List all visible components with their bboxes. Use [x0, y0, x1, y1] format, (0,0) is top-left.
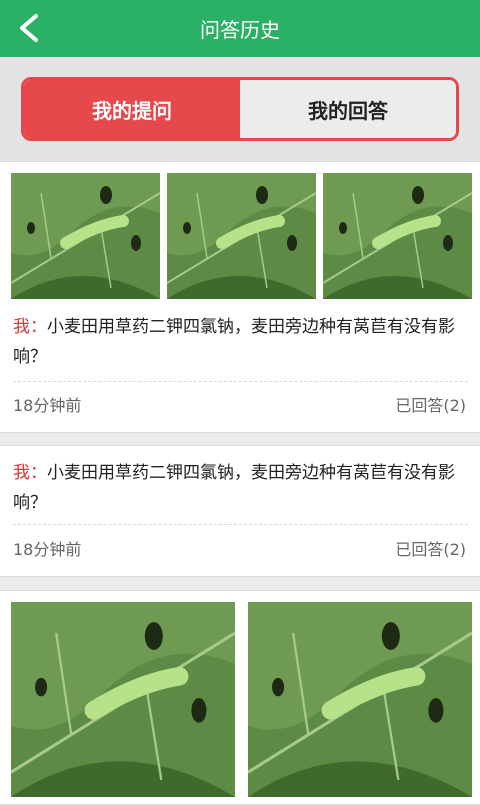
app-header: 问答历史 [0, 0, 480, 57]
question-card[interactable] [0, 590, 480, 805]
photo-row [11, 602, 472, 797]
answer-status: 已回答(2) [395, 396, 466, 415]
question-card[interactable]: 我：小麦田用草药二钾四氯钠，麦田旁边种有莴苣有没有影响？ 18分钟前 已回答(2… [0, 445, 480, 577]
question-meta: 18分钟前 已回答(2) [13, 536, 466, 560]
question-photo[interactable] [248, 602, 472, 797]
question-text: 我：小麦田用草药二钾四氯钠，麦田旁边种有莴苣有没有影响？ [13, 458, 468, 518]
photo-row [11, 173, 472, 299]
question-photo[interactable] [11, 173, 160, 299]
answer-status: 已回答(2) [395, 540, 466, 559]
question-author-prefix: 我： [13, 317, 47, 337]
divider [13, 381, 468, 382]
question-photo[interactable] [323, 173, 472, 299]
divider [13, 524, 468, 525]
tab-bar: 我的提问 我的回答 [21, 77, 459, 141]
tab-my-answers[interactable]: 我的回答 [240, 80, 456, 138]
question-text: 我：小麦田用草药二钾四氯钠，麦田旁边种有莴苣有没有影响？ [13, 312, 468, 372]
tab-my-questions[interactable]: 我的提问 [24, 80, 240, 138]
question-card[interactable]: 我：小麦田用草药二钾四氯钠，麦田旁边种有莴苣有没有影响？ 18分钟前 已回答(2… [0, 161, 480, 433]
question-time: 18分钟前 [13, 396, 82, 415]
question-body: 小麦田用草药二钾四氯钠，麦田旁边种有莴苣有没有影响？ [13, 463, 455, 513]
question-time: 18分钟前 [13, 540, 82, 559]
tab-bar-area: 我的提问 我的回答 [0, 57, 480, 161]
question-body: 小麦田用草药二钾四氯钠，麦田旁边种有莴苣有没有影响？ [13, 317, 455, 367]
back-button[interactable] [6, 6, 50, 50]
question-meta: 18分钟前 已回答(2) [13, 392, 466, 416]
question-photo[interactable] [11, 602, 235, 797]
page-title: 问答历史 [200, 18, 280, 42]
question-photo[interactable] [167, 173, 316, 299]
chevron-left-icon [20, 14, 38, 42]
question-author-prefix: 我： [13, 463, 47, 483]
